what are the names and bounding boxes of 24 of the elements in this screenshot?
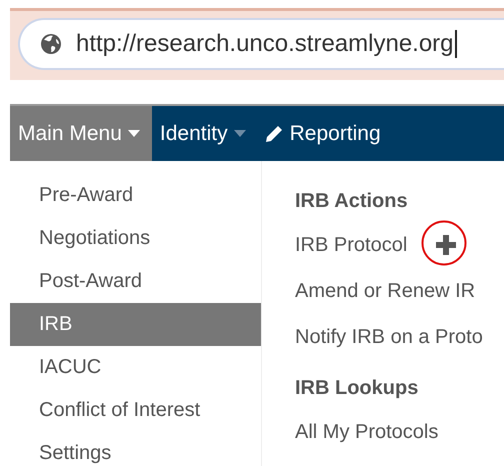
menu-dropdown[interactable]: Main Menu <box>10 106 152 161</box>
section-heading: IRB Lookups <box>295 376 420 401</box>
address-field[interactable]: http://research.unco.streamlyne.org <box>18 18 504 70</box>
action-link[interactable]: All My Protocols <box>295 420 438 444</box>
sidebar-item[interactable]: Pre-Award <box>10 174 261 217</box>
caret-icon <box>128 130 140 137</box>
nav-link[interactable]: Reporting <box>256 106 391 161</box>
action-link[interactable]: IRB Protocol <box>295 234 408 256</box>
sidebar-item[interactable]: Negotiations <box>10 217 261 260</box>
plus-icon <box>435 234 458 256</box>
menu-dropdown[interactable]: Identity <box>152 106 256 161</box>
caret-icon <box>234 130 246 137</box>
sidebar-item[interactable]: IRB <box>10 303 261 346</box>
action-link[interactable]: Amend or Renew IR <box>295 280 476 302</box>
pencil-icon <box>264 124 284 144</box>
section-heading: IRB Actions <box>295 189 409 214</box>
sidebar-item[interactable]: Post-Award <box>10 260 261 303</box>
action-link[interactable]: Notify IRB on a Proto <box>295 326 483 348</box>
sidebar-item[interactable]: Conflict of Interest <box>10 389 261 432</box>
url-text: http://research.unco.streamlyne.org <box>76 30 457 58</box>
sidebar-item[interactable]: IACUC <box>10 346 261 389</box>
add-button[interactable] <box>435 234 458 256</box>
globe-icon <box>40 33 62 55</box>
sidebar-item[interactable]: Settings <box>10 432 261 466</box>
